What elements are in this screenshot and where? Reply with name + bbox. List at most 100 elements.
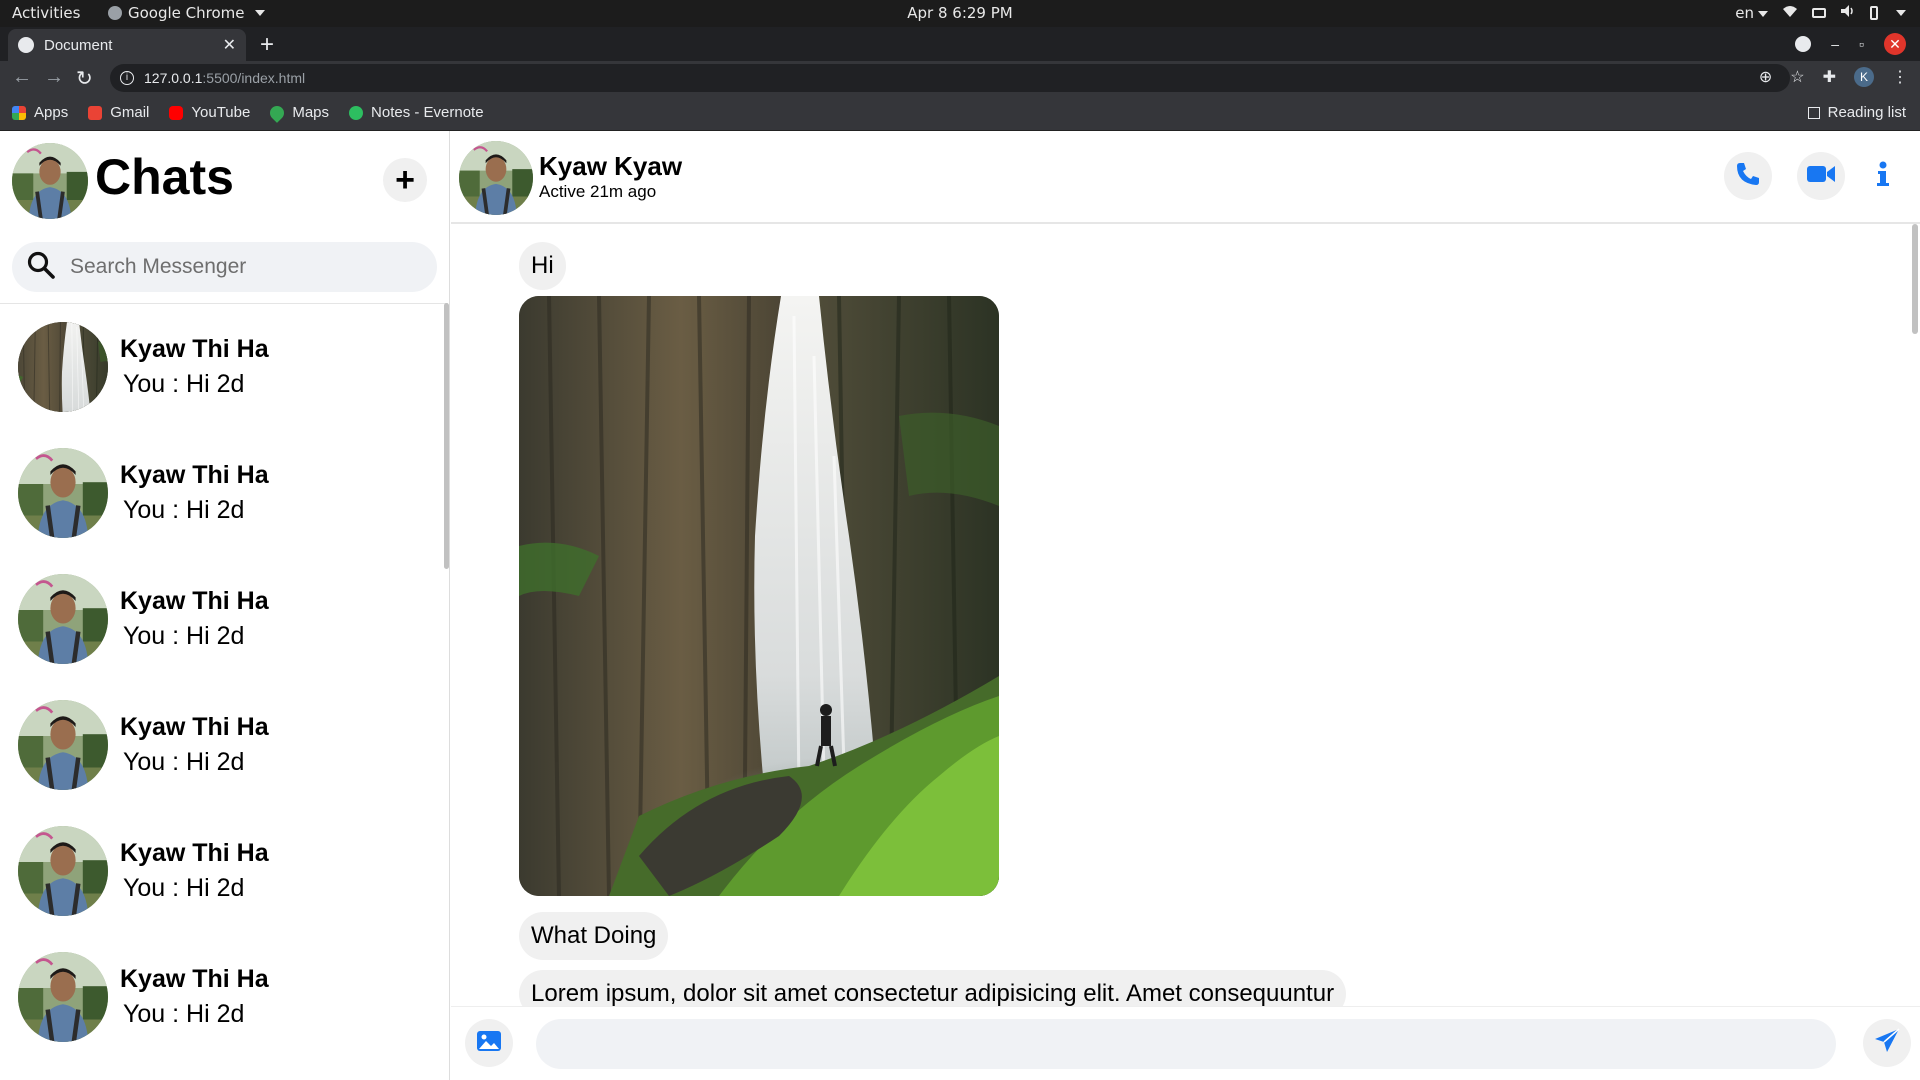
reading-list-icon bbox=[1807, 106, 1820, 119]
toolbar-actions: ⊕ ☆ ✚ K ⋮ bbox=[1759, 67, 1908, 87]
search-box bbox=[12, 242, 437, 292]
avatar[interactable] bbox=[459, 141, 533, 215]
youtube-icon bbox=[169, 105, 184, 120]
globe-icon bbox=[18, 37, 34, 53]
search-input[interactable] bbox=[70, 255, 410, 279]
send-icon bbox=[1873, 1027, 1901, 1060]
list-item[interactable]: Kyaw Thi Ha You : Hi 2d bbox=[0, 934, 448, 1060]
contact-name[interactable]: Kyaw Kyaw bbox=[539, 151, 682, 182]
last-message-preview: You : Hi 2d bbox=[123, 748, 245, 776]
gmail-icon bbox=[88, 105, 103, 120]
message-list: Hi What Doing Lorem ipsum, dolor sit ame… bbox=[451, 226, 1911, 1006]
zoom-icon[interactable]: ⊕ bbox=[1759, 67, 1772, 87]
reading-list-button[interactable]: Reading list bbox=[1807, 104, 1906, 121]
vpn-icon bbox=[1812, 8, 1826, 18]
menu-dots-icon[interactable]: ⋮ bbox=[1892, 67, 1908, 87]
bookmarks-bar: Apps Gmail YouTube Maps Notes - Evernote… bbox=[0, 95, 1920, 131]
contact-name: Kyaw Thi Ha bbox=[120, 839, 269, 867]
contact-name: Kyaw Thi Ha bbox=[120, 335, 269, 363]
apps-grid-icon bbox=[12, 105, 26, 120]
last-message-preview: You : Hi 2d bbox=[123, 496, 245, 524]
bookmark-youtube[interactable]: YouTube bbox=[169, 104, 250, 121]
last-message-preview: You : Hi 2d bbox=[123, 622, 245, 650]
bookmark-apps[interactable]: Apps bbox=[12, 104, 68, 121]
message-image[interactable] bbox=[519, 296, 999, 896]
list-item[interactable]: Kyaw Thi Ha You : Hi 2d bbox=[0, 304, 448, 430]
last-message-preview: You : Hi 2d bbox=[123, 1000, 245, 1028]
chat-list: Kyaw Thi Ha You : Hi 2d Kyaw Thi Ha You … bbox=[0, 303, 448, 1080]
conversation-header: Kyaw Kyaw Active 21m ago bbox=[451, 131, 1920, 224]
list-item[interactable]: Kyaw Thi Ha You : Hi 2d bbox=[0, 430, 448, 556]
avatar bbox=[18, 574, 108, 664]
message-composer bbox=[451, 1006, 1920, 1080]
back-icon[interactable]: ← bbox=[12, 66, 32, 89]
last-message-preview: You : Hi 2d bbox=[123, 874, 245, 902]
message-input[interactable] bbox=[536, 1019, 1836, 1069]
battery-icon bbox=[1870, 6, 1878, 20]
search-icon bbox=[26, 250, 56, 285]
forward-icon[interactable]: → bbox=[44, 66, 64, 89]
address-bar[interactable]: i 127.0.0.1:5500/index.html bbox=[110, 64, 1790, 92]
contact-name: Kyaw Thi Ha bbox=[120, 587, 269, 615]
my-avatar[interactable] bbox=[12, 143, 88, 219]
conversation-info-button[interactable] bbox=[1859, 152, 1907, 200]
phone-icon bbox=[1734, 160, 1762, 193]
url-host: 127.0.0.1 bbox=[144, 70, 203, 86]
bookmark-gmail[interactable]: Gmail bbox=[88, 104, 149, 121]
avatar bbox=[18, 826, 108, 916]
info-icon[interactable]: i bbox=[120, 71, 134, 85]
browser-tab[interactable]: Document ✕ bbox=[8, 29, 246, 61]
volume-icon bbox=[1840, 4, 1856, 22]
bookmark-evernote[interactable]: Notes - Evernote bbox=[349, 104, 484, 121]
profile-avatar[interactable]: K bbox=[1854, 67, 1874, 87]
list-item[interactable]: Kyaw Thi Ha You : Hi 2d bbox=[0, 556, 448, 682]
conversation-panel: Kyaw Kyaw Active 21m ago Hi What Doing L… bbox=[451, 131, 1920, 1080]
tab-search-icon[interactable] bbox=[1795, 36, 1812, 52]
page-title: Chats bbox=[95, 149, 234, 205]
wifi-icon bbox=[1782, 4, 1798, 22]
close-icon[interactable]: ✕ bbox=[223, 35, 236, 55]
audio-call-button[interactable] bbox=[1724, 152, 1772, 200]
avatar bbox=[18, 700, 108, 790]
list-item[interactable]: Kyaw Thi Ha You : Hi 2d bbox=[0, 682, 448, 808]
minimize-icon[interactable]: – bbox=[1831, 36, 1839, 52]
video-call-button[interactable] bbox=[1797, 152, 1845, 200]
os-top-bar: Activities Google Chrome Apr 8 6:29 PM e… bbox=[0, 0, 1920, 27]
send-button[interactable] bbox=[1863, 1019, 1911, 1067]
new-chat-button[interactable]: + bbox=[383, 158, 427, 202]
star-icon[interactable]: ☆ bbox=[1790, 67, 1804, 87]
avatar bbox=[18, 952, 108, 1042]
bookmark-maps[interactable]: Maps bbox=[267, 102, 329, 123]
message-bubble: Hi bbox=[519, 242, 566, 290]
chat-sidebar: Chats + Kyaw Thi Ha You : Hi 2d bbox=[0, 131, 450, 1080]
avatar bbox=[18, 448, 108, 538]
extensions-icon[interactable]: ✚ bbox=[1823, 67, 1836, 87]
conversation-scrollbar[interactable] bbox=[1912, 224, 1918, 334]
system-tray[interactable]: en bbox=[1735, 4, 1906, 22]
new-tab-button[interactable]: + bbox=[260, 31, 274, 59]
chevron-down-icon[interactable] bbox=[1896, 10, 1906, 16]
tab-strip: Document ✕ + – ▫ ✕ bbox=[0, 27, 1920, 61]
image-icon bbox=[476, 1030, 502, 1057]
reload-icon[interactable]: ↻ bbox=[76, 66, 93, 91]
status-text: Active 21m ago bbox=[539, 182, 657, 201]
avatar bbox=[18, 322, 108, 412]
window-controls: – ▫ ✕ bbox=[1795, 33, 1906, 55]
language-indicator[interactable]: en bbox=[1735, 4, 1768, 22]
messenger-page: Chats + Kyaw Thi Ha You : Hi 2d bbox=[0, 131, 1920, 1080]
sidebar-scrollbar[interactable] bbox=[444, 303, 449, 569]
info-icon bbox=[1876, 161, 1890, 192]
maps-pin-icon bbox=[267, 102, 288, 123]
list-item[interactable]: Kyaw Thi Ha You : Hi 2d bbox=[0, 808, 448, 934]
tab-title: Document bbox=[44, 36, 113, 54]
maximize-icon[interactable]: ▫ bbox=[1859, 36, 1864, 52]
message-bubble: What Doing bbox=[519, 912, 669, 960]
url-path: :5500/index.html bbox=[202, 70, 306, 86]
browser-toolbar: ← → ↻ i 127.0.0.1:5500/index.html ⊕ ☆ ✚ … bbox=[0, 61, 1920, 95]
attach-image-button[interactable] bbox=[465, 1019, 513, 1067]
contact-name: Kyaw Thi Ha bbox=[120, 965, 269, 993]
clock[interactable]: Apr 8 6:29 PM bbox=[0, 4, 1920, 22]
video-camera-icon bbox=[1806, 163, 1836, 190]
window-close-icon[interactable]: ✕ bbox=[1884, 33, 1906, 55]
evernote-icon bbox=[349, 105, 364, 120]
